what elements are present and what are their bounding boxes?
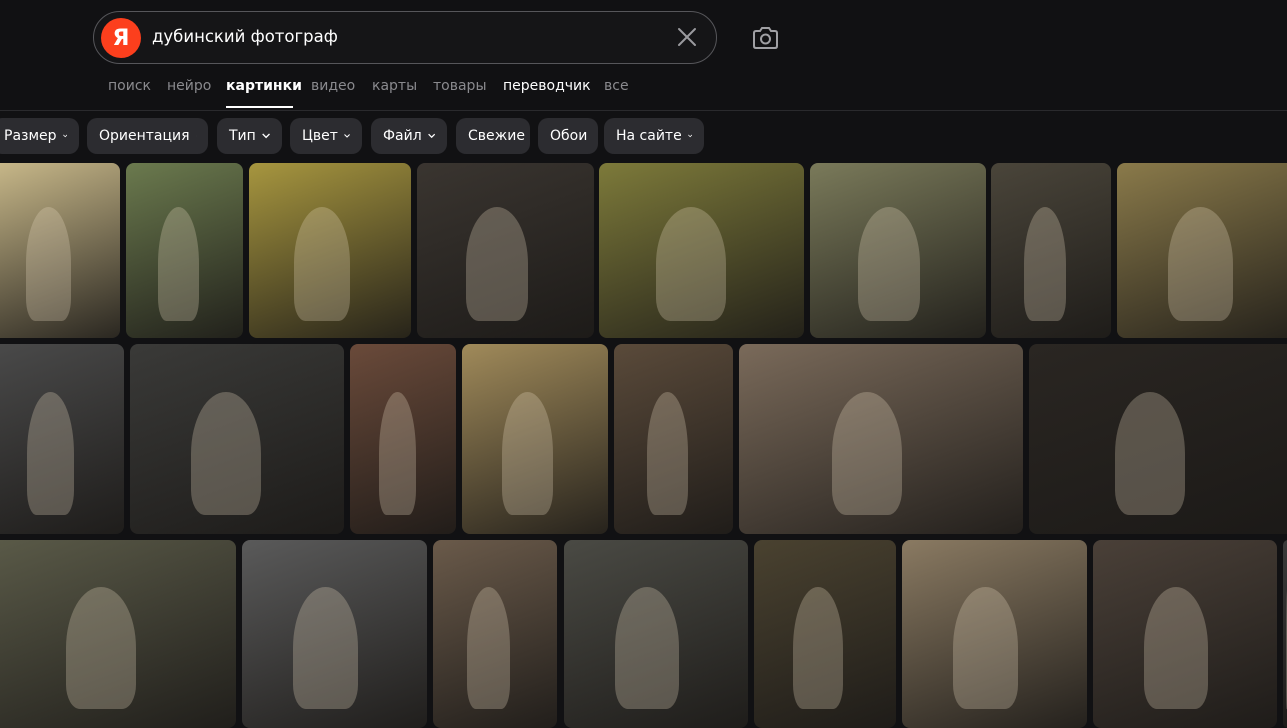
filter-label: Размер <box>4 128 57 144</box>
image-result-tile[interactable] <box>433 540 557 728</box>
filter-size[interactable]: Размер <box>0 118 79 154</box>
photo-subject <box>158 206 200 321</box>
photo-subject <box>65 587 136 710</box>
photo-subject <box>379 391 417 515</box>
photo-subject <box>858 206 920 321</box>
filter-color[interactable]: Цвет <box>290 118 362 154</box>
filter-file[interactable]: Файл <box>371 118 447 154</box>
tab-video[interactable]: видео <box>311 78 355 94</box>
photo-subject <box>656 206 727 321</box>
image-result-tile[interactable] <box>0 344 124 534</box>
photo-subject <box>952 587 1018 710</box>
tab-neuro[interactable]: нейро <box>167 78 211 94</box>
photo-subject <box>1114 391 1185 515</box>
close-icon[interactable] <box>676 26 698 48</box>
image-result-tile[interactable] <box>126 163 243 338</box>
filter-orientation[interactable]: Ориентация <box>87 118 208 154</box>
image-result-tile[interactable] <box>130 344 344 534</box>
image-result-tile[interactable] <box>1283 540 1287 728</box>
image-result-tile[interactable] <box>902 540 1087 728</box>
image-result-tile[interactable] <box>249 163 411 338</box>
active-tab-indicator <box>226 106 293 108</box>
tab-maps[interactable]: карты <box>372 78 417 94</box>
filter-label: Обои <box>550 128 588 144</box>
image-result-tile[interactable] <box>350 344 456 534</box>
filter-label: Тип <box>229 128 256 144</box>
filter-type[interactable]: Тип <box>217 118 282 154</box>
filter-label: Файл <box>383 128 422 144</box>
chevron-down-icon <box>427 133 435 139</box>
tab-translator[interactable]: переводчик <box>503 78 591 94</box>
filter-wallpapers[interactable]: Обои <box>538 118 598 154</box>
photo-subject <box>26 391 74 515</box>
photo-subject <box>831 391 902 515</box>
photo-subject <box>191 391 262 515</box>
yandex-logo[interactable]: Я <box>101 18 141 58</box>
photo-subject <box>646 391 689 515</box>
image-result-tile[interactable] <box>991 163 1111 338</box>
image-result-tile[interactable] <box>614 344 733 534</box>
image-result-tile[interactable] <box>1029 344 1287 534</box>
image-result-tile[interactable] <box>599 163 804 338</box>
tab-images[interactable]: картинки <box>226 78 302 94</box>
photo-subject <box>465 206 528 321</box>
camera-search-icon[interactable] <box>752 26 779 50</box>
tab-products[interactable]: товары <box>433 78 487 94</box>
search-input[interactable]: дубинский фотограф <box>152 12 338 62</box>
chevron-down-icon <box>262 133 270 139</box>
photo-subject <box>502 391 554 515</box>
filter-label: Свежие <box>468 128 525 144</box>
chevron-down-icon <box>344 134 350 138</box>
photo-subject <box>1143 587 1208 710</box>
image-result-tile[interactable] <box>564 540 748 728</box>
image-result-tile[interactable] <box>0 540 236 728</box>
photo-subject <box>293 206 351 321</box>
tab-all[interactable]: все <box>604 78 629 94</box>
image-result-tile[interactable] <box>417 163 594 338</box>
filter-label: Цвет <box>302 128 338 144</box>
chevron-down-icon <box>687 134 692 138</box>
header-divider <box>0 110 1287 111</box>
filter-label: На сайте <box>616 128 682 144</box>
photo-subject <box>292 587 358 710</box>
photo-subject <box>793 587 843 710</box>
photo-subject <box>467 587 511 710</box>
photo-subject <box>25 206 72 321</box>
image-result-tile[interactable] <box>0 163 120 338</box>
image-result-tile[interactable] <box>242 540 427 728</box>
photo-subject <box>1167 206 1233 321</box>
filter-label: Ориентация <box>99 128 190 144</box>
filter-on-site[interactable]: На сайте <box>604 118 704 154</box>
image-result-tile[interactable] <box>739 344 1023 534</box>
image-result-tile[interactable] <box>810 163 986 338</box>
filter-recent[interactable]: Свежие <box>456 118 530 154</box>
image-result-tile[interactable] <box>462 344 608 534</box>
image-result-tile[interactable] <box>754 540 896 728</box>
search-bar[interactable]: Я дубинский фотограф <box>93 11 717 64</box>
photo-subject <box>614 587 679 710</box>
tab-search[interactable]: поиск <box>108 78 151 94</box>
chevron-down-icon <box>62 134 67 138</box>
image-result-tile[interactable] <box>1117 163 1287 338</box>
photo-subject <box>1024 206 1066 321</box>
image-result-tile[interactable] <box>1093 540 1277 728</box>
